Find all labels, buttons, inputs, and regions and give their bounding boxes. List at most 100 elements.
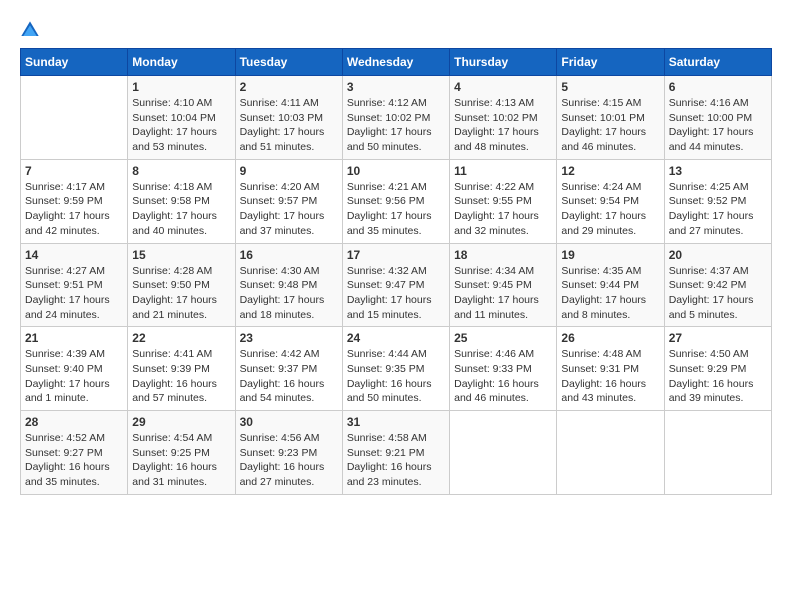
calendar-cell xyxy=(450,411,557,495)
day-header-friday: Friday xyxy=(557,49,664,76)
calendar-cell xyxy=(664,411,771,495)
calendar-cell: 7Sunrise: 4:17 AM Sunset: 9:59 PM Daylig… xyxy=(21,159,128,243)
day-info: Sunrise: 4:27 AM Sunset: 9:51 PM Dayligh… xyxy=(25,264,123,323)
calendar-body: 1 Sunrise: 4:10 AM Sunset: 10:04 PM Dayli… xyxy=(21,76,772,495)
day-header-thursday: Thursday xyxy=(450,49,557,76)
calendar-cell: 18Sunrise: 4:34 AM Sunset: 9:45 PM Dayli… xyxy=(450,243,557,327)
calendar-cell: 17Sunrise: 4:32 AM Sunset: 9:47 PM Dayli… xyxy=(342,243,449,327)
day-info: Sunrise: 4:48 AM Sunset: 9:31 PM Dayligh… xyxy=(561,347,659,406)
day-info: Sunrise: 4:56 AM Sunset: 9:23 PM Dayligh… xyxy=(240,431,338,490)
calendar-cell: 6 Sunrise: 4:16 AM Sunset: 10:00 PM Dayli… xyxy=(664,76,771,160)
day-header-saturday: Saturday xyxy=(664,49,771,76)
day-number: 31 xyxy=(347,415,445,429)
day-number: 24 xyxy=(347,331,445,345)
day-header-monday: Monday xyxy=(128,49,235,76)
day-number: 19 xyxy=(561,248,659,262)
day-number: 11 xyxy=(454,164,552,178)
day-number: 27 xyxy=(669,331,767,345)
day-info: Sunrise: 4:46 AM Sunset: 9:33 PM Dayligh… xyxy=(454,347,552,406)
day-number: 10 xyxy=(347,164,445,178)
calendar-header: SundayMondayTuesdayWednesdayThursdayFrid… xyxy=(21,49,772,76)
day-info: Sunrise: 4:20 AM Sunset: 9:57 PM Dayligh… xyxy=(240,180,338,239)
calendar-cell: 4 Sunrise: 4:13 AM Sunset: 10:02 PM Dayli… xyxy=(450,76,557,160)
logo xyxy=(20,20,42,40)
day-number: 26 xyxy=(561,331,659,345)
day-info: Sunrise: 4:37 AM Sunset: 9:42 PM Dayligh… xyxy=(669,264,767,323)
day-info: Sunrise: 4:13 AM Sunset: 10:02 PM Daylig… xyxy=(454,96,552,155)
day-info: Sunrise: 4:15 AM Sunset: 10:01 PM Daylig… xyxy=(561,96,659,155)
calendar-cell: 24 Sunrise: 4:44 AM Sunset: 9:35 PM Dayli… xyxy=(342,327,449,411)
day-number: 14 xyxy=(25,248,123,262)
day-number: 21 xyxy=(25,331,123,345)
day-info: Sunrise: 4:16 AM Sunset: 10:00 PM Daylig… xyxy=(669,96,767,155)
day-info: Sunrise: 4:11 AM Sunset: 10:03 PM Daylig… xyxy=(240,96,338,155)
calendar-cell: 23 Sunrise: 4:42 AM Sunset: 9:37 PM Dayli… xyxy=(235,327,342,411)
day-info: Sunrise: 4:22 AM Sunset: 9:55 PM Dayligh… xyxy=(454,180,552,239)
day-info: Sunrise: 4:54 AM Sunset: 9:25 PM Dayligh… xyxy=(132,431,230,490)
calendar-cell: 10 Sunrise: 4:21 AM Sunset: 9:56 PM Dayli… xyxy=(342,159,449,243)
calendar-cell xyxy=(557,411,664,495)
calendar-cell: 13Sunrise: 4:25 AM Sunset: 9:52 PM Dayli… xyxy=(664,159,771,243)
calendar-cell: 12Sunrise: 4:24 AM Sunset: 9:54 PM Dayli… xyxy=(557,159,664,243)
calendar-table: SundayMondayTuesdayWednesdayThursdayFrid… xyxy=(20,48,772,495)
day-info: Sunrise: 4:18 AM Sunset: 9:58 PM Dayligh… xyxy=(132,180,230,239)
day-info: Sunrise: 4:39 AM Sunset: 9:40 PM Dayligh… xyxy=(25,347,123,406)
day-header-wednesday: Wednesday xyxy=(342,49,449,76)
calendar-cell: 21 Sunrise: 4:39 AM Sunset: 9:40 PM Dayli… xyxy=(21,327,128,411)
day-info: Sunrise: 4:32 AM Sunset: 9:47 PM Dayligh… xyxy=(347,264,445,323)
day-number: 25 xyxy=(454,331,552,345)
day-number: 29 xyxy=(132,415,230,429)
calendar-cell: 30 Sunrise: 4:56 AM Sunset: 9:23 PM Dayli… xyxy=(235,411,342,495)
day-number: 30 xyxy=(240,415,338,429)
day-number: 16 xyxy=(240,248,338,262)
day-number: 12 xyxy=(561,164,659,178)
day-info: Sunrise: 4:44 AM Sunset: 9:35 PM Dayligh… xyxy=(347,347,445,406)
day-info: Sunrise: 4:35 AM Sunset: 9:44 PM Dayligh… xyxy=(561,264,659,323)
calendar-week-4: 21 Sunrise: 4:39 AM Sunset: 9:40 PM Dayli… xyxy=(21,327,772,411)
day-number: 23 xyxy=(240,331,338,345)
logo-icon xyxy=(20,20,40,40)
day-number: 28 xyxy=(25,415,123,429)
day-number: 2 xyxy=(240,80,338,94)
day-number: 15 xyxy=(132,248,230,262)
calendar-week-3: 14 Sunrise: 4:27 AM Sunset: 9:51 PM Dayli… xyxy=(21,243,772,327)
day-number: 6 xyxy=(669,80,767,94)
calendar-cell: 8Sunrise: 4:18 AM Sunset: 9:58 PM Daylig… xyxy=(128,159,235,243)
calendar-cell: 29 Sunrise: 4:54 AM Sunset: 9:25 PM Dayli… xyxy=(128,411,235,495)
calendar-cell: 16 Sunrise: 4:30 AM Sunset: 9:48 PM Dayli… xyxy=(235,243,342,327)
calendar-week-5: 28Sunrise: 4:52 AM Sunset: 9:27 PM Dayli… xyxy=(21,411,772,495)
day-info: Sunrise: 4:30 AM Sunset: 9:48 PM Dayligh… xyxy=(240,264,338,323)
day-number: 9 xyxy=(240,164,338,178)
calendar-cell: 28Sunrise: 4:52 AM Sunset: 9:27 PM Dayli… xyxy=(21,411,128,495)
day-number: 13 xyxy=(669,164,767,178)
day-info: Sunrise: 4:17 AM Sunset: 9:59 PM Dayligh… xyxy=(25,180,123,239)
day-info: Sunrise: 4:10 AM Sunset: 10:04 PM Daylig… xyxy=(132,96,230,155)
day-number: 4 xyxy=(454,80,552,94)
day-number: 1 xyxy=(132,80,230,94)
day-info: Sunrise: 4:58 AM Sunset: 9:21 PM Dayligh… xyxy=(347,431,445,490)
day-info: Sunrise: 4:12 AM Sunset: 10:02 PM Daylig… xyxy=(347,96,445,155)
day-info: Sunrise: 4:50 AM Sunset: 9:29 PM Dayligh… xyxy=(669,347,767,406)
calendar-cell: 1 Sunrise: 4:10 AM Sunset: 10:04 PM Dayli… xyxy=(128,76,235,160)
calendar-cell: 31 Sunrise: 4:58 AM Sunset: 9:21 PM Dayli… xyxy=(342,411,449,495)
calendar-cell: 27 Sunrise: 4:50 AM Sunset: 9:29 PM Dayli… xyxy=(664,327,771,411)
calendar-cell: 26 Sunrise: 4:48 AM Sunset: 9:31 PM Dayli… xyxy=(557,327,664,411)
day-info: Sunrise: 4:21 AM Sunset: 9:56 PM Dayligh… xyxy=(347,180,445,239)
calendar-cell: 20 Sunrise: 4:37 AM Sunset: 9:42 PM Dayli… xyxy=(664,243,771,327)
calendar-cell: 25 Sunrise: 4:46 AM Sunset: 9:33 PM Dayli… xyxy=(450,327,557,411)
day-info: Sunrise: 4:28 AM Sunset: 9:50 PM Dayligh… xyxy=(132,264,230,323)
calendar-cell: 22Sunrise: 4:41 AM Sunset: 9:39 PM Dayli… xyxy=(128,327,235,411)
day-info: Sunrise: 4:42 AM Sunset: 9:37 PM Dayligh… xyxy=(240,347,338,406)
calendar-cell: 19 Sunrise: 4:35 AM Sunset: 9:44 PM Dayli… xyxy=(557,243,664,327)
day-number: 3 xyxy=(347,80,445,94)
day-info: Sunrise: 4:41 AM Sunset: 9:39 PM Dayligh… xyxy=(132,347,230,406)
day-header-tuesday: Tuesday xyxy=(235,49,342,76)
day-number: 20 xyxy=(669,248,767,262)
calendar-cell xyxy=(21,76,128,160)
page-header xyxy=(20,20,772,40)
day-info: Sunrise: 4:34 AM Sunset: 9:45 PM Dayligh… xyxy=(454,264,552,323)
calendar-week-2: 7Sunrise: 4:17 AM Sunset: 9:59 PM Daylig… xyxy=(21,159,772,243)
calendar-cell: 3 Sunrise: 4:12 AM Sunset: 10:02 PM Dayli… xyxy=(342,76,449,160)
day-header-sunday: Sunday xyxy=(21,49,128,76)
calendar-week-1: 1 Sunrise: 4:10 AM Sunset: 10:04 PM Dayli… xyxy=(21,76,772,160)
